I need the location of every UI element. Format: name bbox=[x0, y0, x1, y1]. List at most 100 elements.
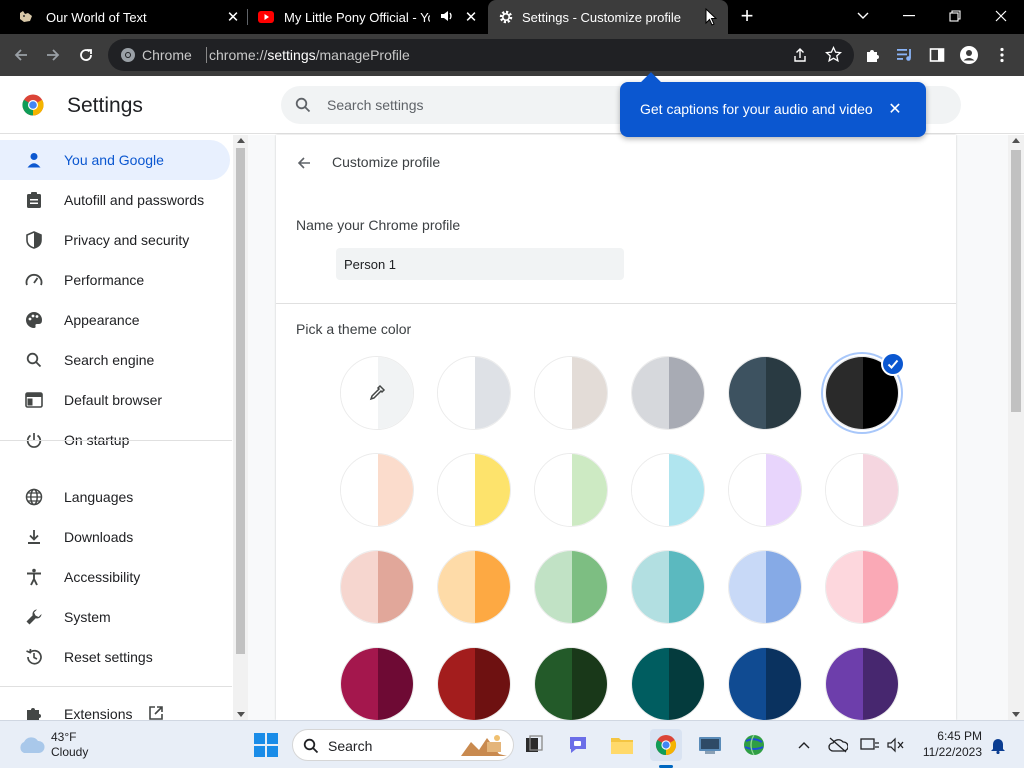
close-window-button[interactable] bbox=[978, 0, 1024, 32]
theme-swatch-default[interactable] bbox=[437, 356, 511, 430]
theme-swatch-beige-white[interactable] bbox=[340, 453, 414, 527]
search-icon bbox=[303, 738, 319, 759]
chrome-site-icon[interactable] bbox=[120, 47, 136, 68]
kebab-menu-icon[interactable] bbox=[986, 39, 1018, 71]
scrollbar-thumb[interactable] bbox=[1011, 150, 1021, 412]
sidebar-item-label: Reset settings bbox=[64, 649, 153, 665]
tab-settings[interactable]: Settings - Customize profile bbox=[488, 0, 728, 34]
theme-swatch-pink[interactable] bbox=[825, 550, 899, 624]
profile-name-input[interactable] bbox=[336, 248, 624, 280]
theme-swatch-warm-grey[interactable] bbox=[534, 356, 608, 430]
tab-my-little-pony[interactable]: My Little Pony Official - You ✕ bbox=[250, 0, 486, 34]
theme-swatch-dark-pink-red[interactable] bbox=[340, 647, 414, 720]
omnibox-separator bbox=[206, 47, 207, 63]
cloud-icon bbox=[17, 735, 45, 760]
sidebar-item-autofill-and-passwords[interactable]: Autofill and passwords bbox=[0, 180, 232, 220]
url-scheme: chrome:// bbox=[209, 47, 268, 63]
tab-search-chevron-icon[interactable] bbox=[840, 0, 886, 32]
side-panel-icon[interactable] bbox=[921, 39, 953, 71]
theme-swatch-custom-color-picker[interactable] bbox=[340, 356, 414, 430]
theme-swatch-yellow[interactable] bbox=[437, 550, 511, 624]
notification-bell-icon[interactable] bbox=[984, 729, 1012, 761]
chevron-up-icon[interactable] bbox=[790, 729, 818, 761]
minimize-button[interactable] bbox=[886, 0, 932, 32]
theme-swatch-yellow-white[interactable] bbox=[437, 453, 511, 527]
task-view-icon[interactable] bbox=[518, 729, 550, 761]
theme-swatch-dark-green[interactable] bbox=[534, 647, 608, 720]
volume-muted-icon[interactable] bbox=[882, 729, 910, 761]
sidebar-item-languages[interactable]: Languages bbox=[0, 477, 232, 517]
theme-swatch-dark-teal[interactable] bbox=[631, 647, 705, 720]
accessibility-icon bbox=[24, 568, 44, 586]
back-arrow-icon[interactable] bbox=[292, 151, 316, 175]
sidebar-item-downloads[interactable]: Downloads bbox=[0, 517, 232, 557]
profile-avatar-icon[interactable] bbox=[953, 39, 985, 71]
sidebar-item-label: Default browser bbox=[64, 392, 163, 408]
scroll-up-icon[interactable] bbox=[1012, 138, 1020, 143]
theme-swatch-light-teal-white[interactable] bbox=[631, 453, 705, 527]
sidebar-item-performance[interactable]: Performance bbox=[0, 260, 232, 300]
scroll-down-icon[interactable] bbox=[1012, 712, 1020, 717]
globe-icon bbox=[24, 488, 44, 506]
sidebar-item-search-engine[interactable]: Search engine bbox=[0, 340, 232, 380]
share-icon[interactable] bbox=[792, 47, 808, 68]
sidebar-item-accessibility[interactable]: Accessibility bbox=[0, 557, 232, 597]
network-monitor-icon[interactable] bbox=[856, 729, 884, 761]
theme-swatch-dark-red-orange[interactable] bbox=[437, 647, 511, 720]
speaker-icon[interactable] bbox=[440, 9, 454, 26]
scroll-down-icon[interactable] bbox=[237, 712, 245, 717]
sidebar-item-you-and-google[interactable]: You and Google bbox=[0, 140, 230, 180]
sidebar-item-system[interactable]: System bbox=[0, 597, 232, 637]
scrollbar-thumb[interactable] bbox=[236, 148, 245, 654]
theme-swatch-red[interactable] bbox=[340, 550, 414, 624]
terminal-app-icon[interactable] bbox=[694, 729, 726, 761]
theme-swatch-green-white[interactable] bbox=[534, 453, 608, 527]
taskbar-search-input[interactable]: Search bbox=[292, 729, 514, 761]
sidebar-item-default-browser[interactable]: Default browser bbox=[0, 380, 232, 420]
extensions-puzzle-icon[interactable] bbox=[857, 39, 889, 71]
forward-button[interactable] bbox=[37, 39, 69, 71]
theme-swatch-cool-grey[interactable] bbox=[631, 356, 705, 430]
page-scrollbar[interactable] bbox=[1008, 135, 1024, 720]
theme-color-label: Pick a theme color bbox=[296, 321, 412, 337]
file-explorer-icon[interactable] bbox=[606, 729, 638, 761]
back-button[interactable] bbox=[5, 39, 37, 71]
media-controls-icon[interactable] bbox=[889, 39, 921, 71]
theme-swatch-light-blue[interactable] bbox=[728, 550, 802, 624]
theme-swatch-light-teal[interactable] bbox=[631, 550, 705, 624]
sidebar-item-privacy-and-security[interactable]: Privacy and security bbox=[0, 220, 232, 260]
globe-app-icon[interactable] bbox=[738, 729, 770, 761]
tab-close-icon[interactable]: ✕ bbox=[224, 8, 242, 26]
tab-title: My Little Pony Official - You bbox=[284, 10, 430, 25]
theme-swatch-light-purple-white[interactable] bbox=[728, 453, 802, 527]
taskbar-search-placeholder: Search bbox=[328, 738, 373, 754]
bookmark-star-icon[interactable] bbox=[824, 45, 843, 68]
theme-swatch-dark-blue[interactable] bbox=[728, 647, 802, 720]
close-icon[interactable]: ✕ bbox=[886, 100, 904, 118]
cat-favicon-icon bbox=[18, 9, 34, 25]
scroll-up-icon[interactable] bbox=[237, 138, 245, 143]
tab-close-icon[interactable]: ✕ bbox=[462, 8, 480, 26]
chat-app-icon[interactable] bbox=[562, 729, 594, 761]
theme-swatch-midnight-blue[interactable] bbox=[728, 356, 802, 430]
reload-button[interactable] bbox=[70, 39, 102, 71]
weather-widget[interactable]: 43°F Cloudy bbox=[14, 729, 114, 761]
cloud-offline-icon[interactable] bbox=[824, 729, 852, 761]
sidebar-scrollbar[interactable] bbox=[233, 135, 248, 720]
restore-button[interactable] bbox=[932, 0, 978, 32]
address-bar[interactable]: Chrome chrome://settings/manageProfile bbox=[108, 39, 854, 71]
chrome-taskbar-icon[interactable] bbox=[650, 729, 682, 761]
person-icon bbox=[24, 151, 44, 169]
sidebar-item-label: Search engine bbox=[64, 352, 155, 368]
taskbar-clock[interactable]: 6:45 PM 11/22/2023 bbox=[918, 728, 982, 760]
theme-swatch-green[interactable] bbox=[534, 550, 608, 624]
sidebar-item-reset-settings[interactable]: Reset settings bbox=[0, 637, 232, 677]
sidebar-item-extensions[interactable]: Extensions bbox=[0, 694, 232, 720]
new-tab-button[interactable]: + bbox=[726, 0, 768, 32]
sidebar-item-appearance[interactable]: Appearance bbox=[0, 300, 232, 340]
theme-swatch-purple[interactable] bbox=[825, 647, 899, 720]
browser-icon bbox=[24, 391, 44, 409]
tab-our-world-of-text[interactable]: Our World of Text ✕ bbox=[10, 0, 242, 34]
theme-swatch-pink-white[interactable] bbox=[825, 453, 899, 527]
windows-start-icon[interactable] bbox=[252, 731, 280, 759]
